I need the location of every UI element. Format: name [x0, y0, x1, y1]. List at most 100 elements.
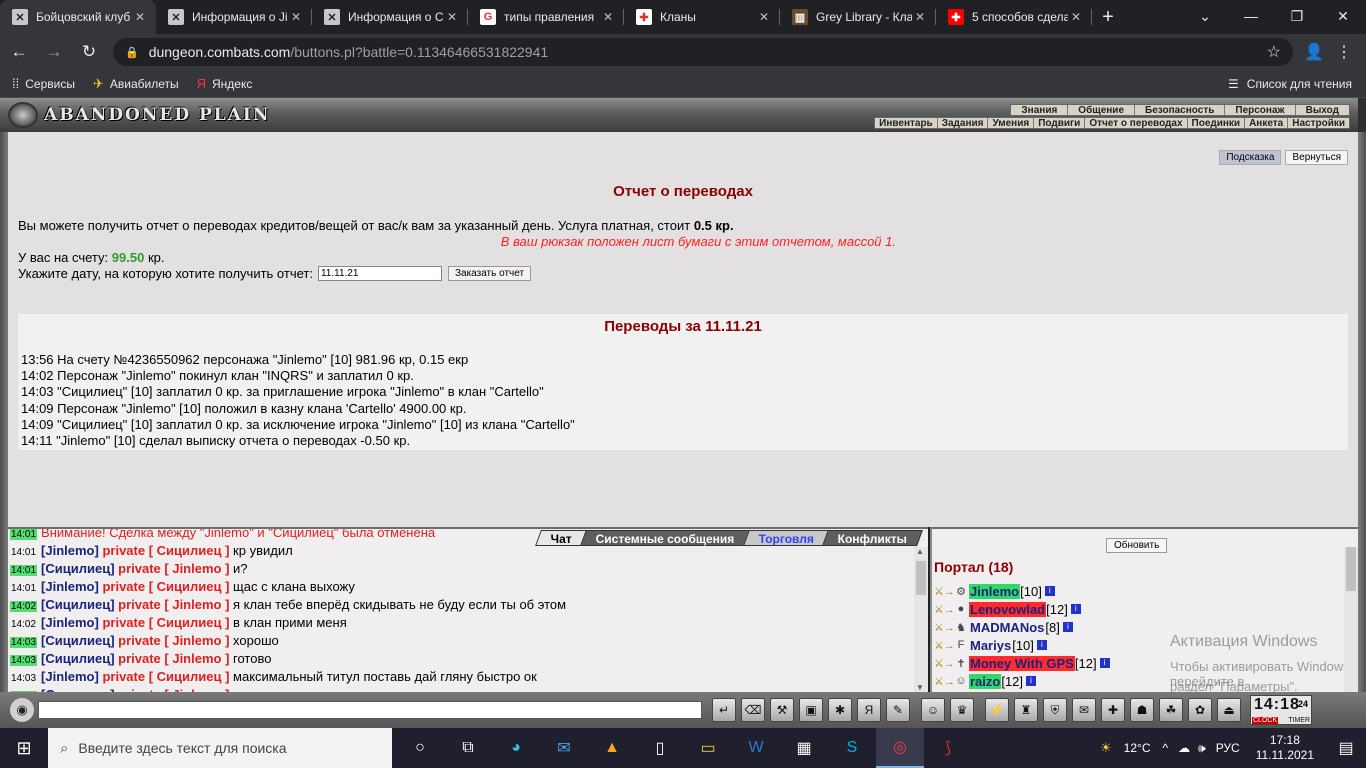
- chat-private-target[interactable]: private [ Jinlemo ]: [118, 651, 229, 666]
- chat-time[interactable]: 14:03: [10, 655, 38, 666]
- date-input[interactable]: [317, 266, 442, 281]
- bookmark-star-icon[interactable]: ☆: [1267, 42, 1281, 62]
- maximize-icon[interactable]: ❐: [1274, 0, 1320, 32]
- user-info-icon[interactable]: i: [1044, 586, 1055, 596]
- language-indicator[interactable]: РУС: [1216, 741, 1240, 755]
- chat-time[interactable]: 14:01: [10, 547, 37, 558]
- private-message-icon[interactable]: ⚔→: [934, 639, 955, 652]
- chat-time[interactable]: 14:02: [10, 619, 37, 630]
- taskbar-clock[interactable]: 17:18 11.11.2021: [1256, 733, 1314, 763]
- group-icon[interactable]: ☘: [1159, 698, 1183, 722]
- translit-icon[interactable]: Я: [857, 698, 881, 722]
- back-arrow-icon[interactable]: ←: [3, 36, 35, 68]
- tray-chevron-icon[interactable]: ^: [1162, 741, 1168, 755]
- game-submenu-item[interactable]: Подвиги: [1033, 118, 1084, 129]
- wand-icon[interactable]: ⚡: [985, 698, 1009, 722]
- private-message-icon[interactable]: ⚔→: [934, 675, 955, 688]
- chat-private-target[interactable]: private [ Сицилиец ]: [102, 615, 229, 630]
- game-submenu-item[interactable]: Настройки: [1287, 118, 1349, 129]
- browser-tab[interactable]: ✕ Бойцовский клуб ✕: [0, 0, 156, 34]
- vlc-icon[interactable]: ▲: [588, 728, 636, 768]
- taskbar-search[interactable]: ⌕ Введите здесь текст для поиска: [48, 728, 392, 768]
- tab-close-icon[interactable]: ✕: [132, 10, 148, 24]
- word-icon[interactable]: W: [732, 728, 780, 768]
- online-user-name[interactable]: Money With GPS: [969, 655, 1075, 671]
- browser-tab[interactable]: Gтипы правления ✕: [468, 0, 624, 34]
- walker-icon[interactable]: ✱: [828, 698, 852, 722]
- chat-sender[interactable]: [Jinlemo]: [41, 543, 99, 558]
- online-user-name[interactable]: Mariys: [969, 638, 1012, 653]
- smile-icon[interactable]: ☺: [921, 698, 945, 722]
- chat-scrollbar[interactable]: ▲ ▼: [914, 547, 928, 692]
- flowers-icon[interactable]: ✿: [1188, 698, 1212, 722]
- bird-icon[interactable]: ✎: [886, 698, 910, 722]
- online-scrollbar[interactable]: [1344, 547, 1358, 692]
- game-menu-item[interactable]: Выход: [1294, 105, 1349, 116]
- chat-private-target[interactable]: private [ Jinlemo ]: [118, 597, 229, 612]
- browser-tab[interactable]: ✕Информация о Сицилиец✕: [312, 0, 468, 34]
- enter-icon[interactable]: ↵: [712, 698, 736, 722]
- address-bar[interactable]: 🔒 dungeon.combats.com/buttons.pl?battle=…: [113, 38, 1293, 66]
- mask-icon[interactable]: ♛: [950, 698, 974, 722]
- cortana-icon[interactable]: ○: [396, 728, 444, 768]
- user-info-icon[interactable]: i: [1070, 604, 1081, 614]
- order-report-button[interactable]: Заказать отчет: [447, 266, 532, 281]
- refresh-button[interactable]: Обновить: [1106, 538, 1168, 553]
- browser-tab[interactable]: ✚ 5 способов сделать✕: [936, 0, 1092, 34]
- bookmark-item[interactable]: Я Яндекс: [197, 76, 253, 91]
- browser-tab[interactable]: ✕Информация о Jinlemo✕: [156, 0, 312, 34]
- online-user-name[interactable]: MADMANos: [969, 620, 1045, 635]
- skype-icon[interactable]: S: [828, 728, 876, 768]
- volume-icon[interactable]: 🕪: [1198, 741, 1206, 756]
- game-menu-item[interactable]: Знания: [1011, 105, 1067, 116]
- private-message-icon[interactable]: ⚔→: [934, 603, 955, 616]
- chat-scroll-thumb[interactable]: [916, 561, 926, 595]
- chat-sender[interactable]: [Сицилиец]: [41, 651, 115, 666]
- edge-icon[interactable]: ◕: [492, 728, 540, 768]
- chat-time[interactable]: 14:02: [10, 601, 38, 612]
- game-submenu-item[interactable]: Отчет о переводах: [1084, 118, 1186, 129]
- chat-private-target[interactable]: private [ Сицилиец ]: [102, 579, 229, 594]
- people-icon[interactable]: ✚: [1101, 698, 1125, 722]
- game-submenu-item[interactable]: Умения: [987, 118, 1033, 129]
- tab-close-icon[interactable]: ✕: [600, 10, 616, 24]
- tab-close-icon[interactable]: ✕: [912, 10, 928, 24]
- acrobat-icon[interactable]: ⟆: [924, 728, 972, 768]
- close-window-icon[interactable]: ✕: [1320, 0, 1366, 32]
- calculator-icon[interactable]: ▦: [780, 728, 828, 768]
- user-info-icon[interactable]: i: [1036, 640, 1047, 650]
- private-message-icon[interactable]: ⚔→: [934, 657, 955, 670]
- tab-close-icon[interactable]: ✕: [444, 10, 460, 24]
- mail-icon[interactable]: ✉: [540, 728, 588, 768]
- chat-tab[interactable]: Конфликты: [821, 530, 923, 546]
- tab-search-icon[interactable]: ⌄: [1182, 0, 1228, 32]
- task-view-icon[interactable]: ⧉: [444, 728, 492, 768]
- online-user-name[interactable]: Lenovowlad: [969, 601, 1047, 617]
- notifications-icon[interactable]: ▤: [1326, 738, 1366, 758]
- chat-time[interactable]: 14:01: [10, 583, 37, 594]
- chat-tab[interactable]: Торговля: [742, 530, 830, 546]
- online-user-name[interactable]: raizo: [969, 673, 1002, 689]
- shield-icon[interactable]: ⛨: [1043, 698, 1067, 722]
- chat-input[interactable]: [38, 701, 702, 719]
- chat-time[interactable]: 14:03: [10, 673, 37, 684]
- bookmark-item[interactable]: ⁞⁞ Сервисы: [12, 76, 75, 91]
- tab-close-icon[interactable]: ✕: [288, 10, 304, 24]
- chat-sender[interactable]: [Jinlemo]: [41, 615, 99, 630]
- scroll-up-icon[interactable]: ▲: [916, 547, 924, 556]
- anvil-icon[interactable]: ⚒: [770, 698, 794, 722]
- game-submenu-item[interactable]: Инвентарь: [875, 118, 937, 129]
- chat-time[interactable]: 14:01: [10, 565, 38, 576]
- notepad-icon[interactable]: ▯: [636, 728, 684, 768]
- game-submenu-item[interactable]: Поединки: [1186, 118, 1245, 129]
- chat-sender[interactable]: [Сицилиец]: [41, 561, 115, 576]
- menu-kebab-icon[interactable]: ⋮: [1329, 42, 1359, 62]
- private-message-icon[interactable]: ⚔→: [934, 585, 955, 598]
- chat-tab[interactable]: Системные сообщения: [579, 530, 751, 546]
- tab-close-icon[interactable]: ✕: [1068, 10, 1084, 24]
- chat-sender[interactable]: [Jinlemo]: [41, 579, 99, 594]
- chat-private-target[interactable]: private [ Сицилиец ]: [102, 543, 229, 558]
- explorer-folder-icon[interactable]: ▭: [684, 728, 732, 768]
- exit-icon[interactable]: ⏏: [1217, 698, 1241, 722]
- online-scroll-thumb[interactable]: [1346, 547, 1356, 591]
